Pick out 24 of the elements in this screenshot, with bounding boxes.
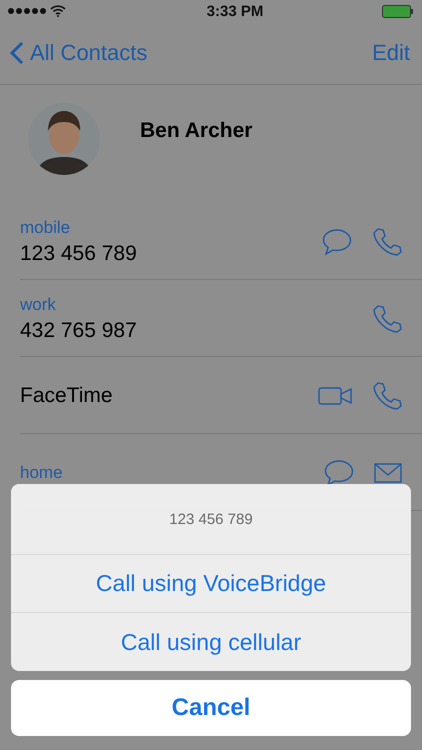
phone-icon[interactable] [372,381,402,411]
sheet-option[interactable]: Call using VoiceBridge [11,555,411,613]
mail-icon[interactable] [374,463,402,483]
video-camera-icon[interactable] [318,386,352,406]
status-time: 3:33 PM [206,2,264,20]
phone-icon[interactable] [372,304,402,334]
sheet-option[interactable]: Call using cellular [11,613,411,671]
field-value: 123 456 789 [20,242,138,266]
cancel-button[interactable]: Cancel [11,680,411,736]
back-button[interactable]: All Contacts [10,40,148,66]
field-value: 432 765 987 [20,319,138,343]
signal-icon [8,8,46,14]
field-label: home [20,463,64,483]
phone-icon[interactable] [372,227,402,257]
sheet-title: 123 456 789 [11,484,411,555]
wifi-icon [50,5,66,17]
contact-name: Ben Archer [140,119,252,143]
chevron-left-icon [10,41,24,65]
field-label: mobile [20,218,72,238]
message-icon[interactable] [324,459,354,487]
edit-button[interactable]: Edit [372,40,410,66]
field-value: FaceTime [20,384,114,408]
field-label: work [20,295,57,315]
battery-icon [382,4,414,18]
